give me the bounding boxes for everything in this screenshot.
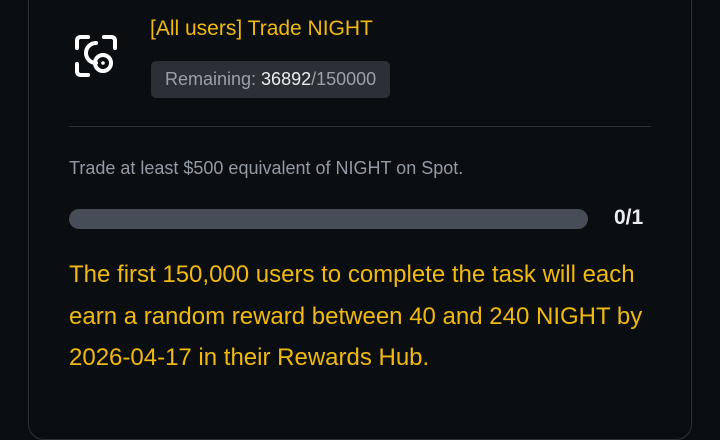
remaining-current: 36892 — [261, 69, 312, 89]
progress-count: 0/1 — [614, 206, 644, 229]
remaining-total: /150000 — [311, 69, 377, 89]
reward-description: The first 150,000 users to complete the … — [69, 261, 643, 371]
remaining-badge: Remaining: 36892 /150000 — [151, 61, 391, 98]
task-title: [All users] Trade NIGHT — [150, 17, 373, 40]
remaining-label: Remaining: — [165, 69, 262, 89]
task-description: Trade at least $500 equivalent of NIGHT … — [69, 158, 464, 178]
scan-target-icon — [72, 32, 120, 80]
progress-bar — [69, 209, 588, 229]
divider — [69, 126, 651, 127]
